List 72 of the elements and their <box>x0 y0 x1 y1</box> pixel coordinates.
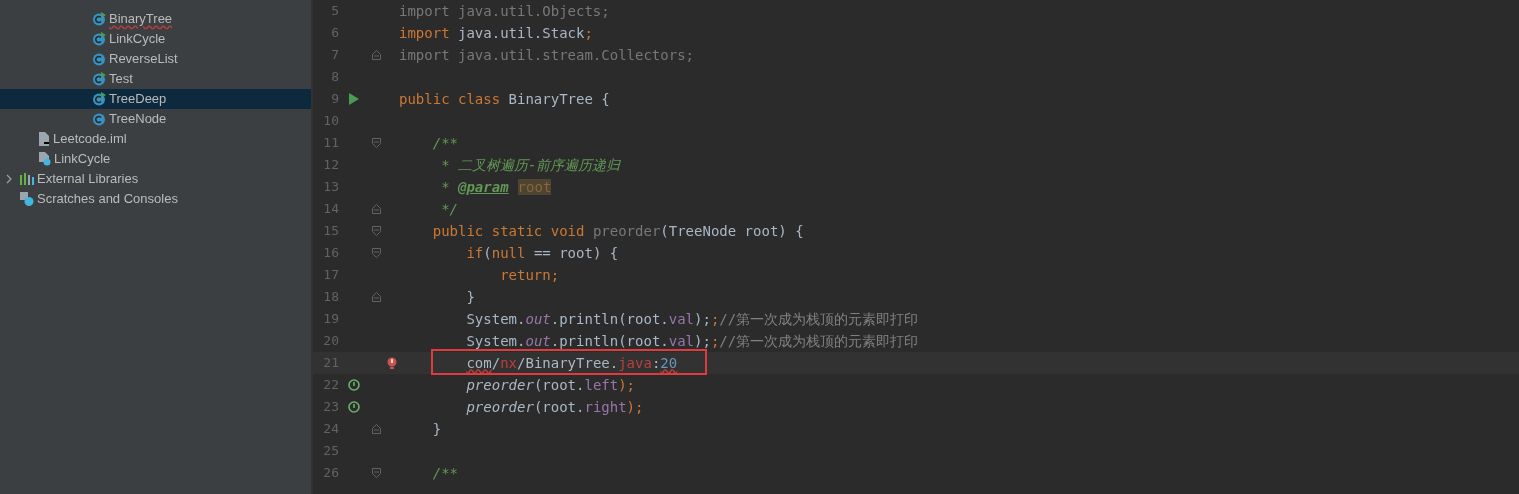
code-line: com/nx/BinaryTree.java:20 <box>465 354 678 371</box>
code-line: * 二叉树遍历-前序遍历递归 <box>440 156 621 173</box>
line-number: 24 <box>322 420 339 439</box>
class-icon <box>92 52 106 66</box>
fold-icon[interactable] <box>372 292 381 302</box>
scratches-icon <box>20 192 34 206</box>
tree-item[interactable]: TreeDeep <box>0 89 311 109</box>
fold-icon[interactable] <box>372 204 381 214</box>
line-number: 12 <box>322 156 339 175</box>
line-number: 5 <box>330 2 339 21</box>
recursion-icon <box>348 379 360 391</box>
line-number: 7 <box>330 46 339 65</box>
fold-icon[interactable] <box>372 424 381 434</box>
runnable-class-icon <box>92 92 106 106</box>
library-icon <box>20 173 34 185</box>
code-line: /** <box>431 464 458 481</box>
code-line: * @param root <box>440 178 552 195</box>
code-line: if(null == root) { <box>465 244 619 261</box>
run-icon[interactable] <box>349 93 359 105</box>
code-line: return; <box>499 266 560 283</box>
code-line: /** <box>431 134 458 151</box>
line-number: 18 <box>322 288 339 307</box>
line-number: 16 <box>322 244 339 263</box>
tree-item[interactable]: LinkCycle <box>0 149 311 169</box>
runnable-class-icon <box>92 72 106 86</box>
runnable-class-icon <box>92 32 106 46</box>
code-line: preorder(root.right); <box>465 398 644 415</box>
code-line: } <box>465 288 475 305</box>
unknown-file-icon <box>38 152 51 166</box>
tree-item[interactable]: Test <box>0 69 311 89</box>
bulb-icon[interactable] <box>386 356 397 370</box>
tree-item[interactable]: BinaryTree <box>0 9 311 29</box>
line-number: 9 <box>330 90 339 109</box>
line-number: 26 <box>322 464 339 483</box>
line-number: 17 <box>322 266 339 285</box>
line-number: 15 <box>322 222 339 241</box>
code-line: import java.util.stream.Collectors; <box>399 46 694 63</box>
line-number: 8 <box>330 68 339 87</box>
code-line: import java.util.Stack; <box>399 24 593 41</box>
tree-item[interactable]: LinkCycle <box>0 29 311 49</box>
tree-item[interactable]: Leetcode.iml <box>0 129 311 149</box>
line-number: 10 <box>322 112 339 131</box>
code-line: preorder(root.left); <box>465 376 636 393</box>
fold-icon[interactable] <box>372 138 381 148</box>
file-icon <box>38 132 50 146</box>
line-number: 13 <box>322 178 339 197</box>
code-line: } <box>431 420 442 437</box>
line-number: 6 <box>330 24 339 43</box>
code-line: System.out.println(root.val);;//第一次成为栈顶的元素即打印 <box>465 332 919 349</box>
line-number: 25 <box>322 442 339 461</box>
fold-icon[interactable] <box>372 50 381 60</box>
code-line: */ <box>440 200 458 217</box>
line-number: 19 <box>322 310 339 329</box>
line-number: 20 <box>322 332 339 351</box>
class-icon <box>92 112 106 126</box>
fold-icon[interactable] <box>372 248 381 258</box>
fold-icon[interactable] <box>372 468 381 478</box>
code-line: import java.util.Objects; <box>399 2 610 19</box>
tree-item[interactable]: Scratches and Consoles <box>0 189 311 209</box>
line-number: 23 <box>322 398 339 417</box>
line-number: 22 <box>322 376 339 395</box>
code-line: public static void preorder(TreeNode root) { <box>431 222 804 239</box>
runnable-class-icon <box>92 12 106 26</box>
code-line: public class BinaryTree { <box>399 90 610 107</box>
fold-icon[interactable] <box>372 226 381 236</box>
code-line: System.out.println(root.val);;//第一次成为栈顶的元素即打印 <box>465 310 919 327</box>
line-number: 11 <box>322 134 339 153</box>
recursion-icon <box>348 401 360 413</box>
tree-item[interactable]: ReverseList <box>0 49 311 69</box>
tree-item[interactable]: TreeNode <box>0 109 311 129</box>
tree-item[interactable]: External Libraries <box>0 169 311 189</box>
line-number: 14 <box>322 200 339 219</box>
